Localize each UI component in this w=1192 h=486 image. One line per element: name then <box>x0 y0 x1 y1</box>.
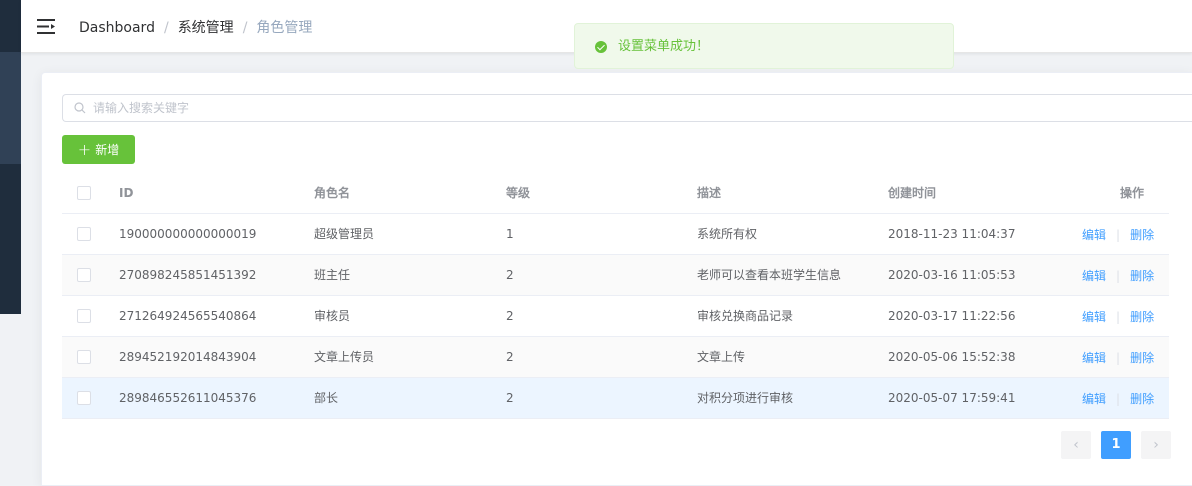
cell-desc: 系统所有权 <box>697 227 758 241</box>
table-row[interactable]: 270898245851451392 班主任 2 老师可以查看本班学生信息 20… <box>62 255 1169 296</box>
row-checkbox[interactable] <box>77 350 91 364</box>
cell-id: 270898245851451392 <box>119 268 257 282</box>
cell-name: 超级管理员 <box>314 227 375 241</box>
table-row[interactable]: 190000000000000019 超级管理员 1 系统所有权 2018-11… <box>62 214 1169 255</box>
delete-link[interactable]: 删除 <box>1130 269 1154 283</box>
sidebar-section <box>0 314 21 486</box>
cell-level: 2 <box>506 391 514 405</box>
check-circle-icon <box>595 41 607 53</box>
column-header-desc[interactable]: 描述 <box>697 173 721 213</box>
cell-name: 审核员 <box>314 309 351 323</box>
search-input[interactable] <box>93 95 1093 121</box>
row-actions: 编辑 | 删除 <box>1082 296 1154 336</box>
cell-id: 190000000000000019 <box>119 227 257 241</box>
hamburger-icon[interactable] <box>37 19 55 34</box>
add-button[interactable]: + 新增 <box>62 135 135 164</box>
cell-id: 289846552611045376 <box>119 391 257 405</box>
cell-name: 文章上传员 <box>314 350 375 364</box>
edit-link[interactable]: 编辑 <box>1082 392 1106 406</box>
row-actions: 编辑 | 删除 <box>1082 337 1154 377</box>
add-button-label: 新增 <box>95 143 120 157</box>
search-box <box>62 94 1192 122</box>
table-row[interactable]: 271264924565540864 审核员 2 审核兑换商品记录 2020-0… <box>62 296 1169 337</box>
action-separator: | <box>1116 228 1121 242</box>
success-toast: 设置菜单成功！ <box>574 23 954 69</box>
delete-link[interactable]: 删除 <box>1130 392 1154 406</box>
page-number-button[interactable]: 1 <box>1101 431 1131 459</box>
column-header-level[interactable]: 等级 <box>506 173 530 213</box>
sidebar <box>0 0 21 486</box>
action-separator: | <box>1116 310 1121 324</box>
delete-link[interactable]: 删除 <box>1130 228 1154 242</box>
sidebar-section <box>0 0 21 52</box>
action-separator: | <box>1116 351 1121 365</box>
cell-level: 2 <box>506 350 514 364</box>
roles-table: ID 角色名 等级 描述 创建时间 操作 190000000000000019 … <box>62 173 1169 419</box>
edit-link[interactable]: 编辑 <box>1082 351 1106 365</box>
cell-name: 班主任 <box>314 268 351 282</box>
cell-id: 289452192014843904 <box>119 350 257 364</box>
sidebar-section <box>0 164 21 314</box>
action-separator: | <box>1116 392 1121 406</box>
cell-level: 1 <box>506 227 514 241</box>
edit-link[interactable]: 编辑 <box>1082 228 1106 242</box>
breadcrumb-item-system[interactable]: 系统管理 <box>178 20 234 36</box>
sidebar-section <box>0 52 21 164</box>
breadcrumb-separator: / <box>163 20 169 36</box>
row-actions: 编辑 | 删除 <box>1082 214 1154 254</box>
cell-created: 2020-05-07 17:59:41 <box>888 391 1016 405</box>
content-card: + 新增 ID 角色名 等级 描述 创建时间 操作 19000000000000… <box>41 72 1192 486</box>
edit-link[interactable]: 编辑 <box>1082 310 1106 324</box>
select-all-checkbox[interactable] <box>77 186 91 200</box>
breadcrumb-item-dashboard[interactable]: Dashboard <box>79 20 155 36</box>
table-row[interactable]: 289846552611045376 部长 2 对积分项进行审核 2020-05… <box>62 378 1169 419</box>
cell-desc: 老师可以查看本班学生信息 <box>697 268 842 282</box>
cell-created: 2018-11-23 11:04:37 <box>888 227 1016 241</box>
prev-page-button[interactable]: ‹ <box>1061 431 1091 459</box>
cell-desc: 对积分项进行审核 <box>697 391 794 405</box>
delete-link[interactable]: 删除 <box>1130 310 1154 324</box>
table-header: ID 角色名 等级 描述 创建时间 操作 <box>62 173 1169 214</box>
cell-created: 2020-05-06 15:52:38 <box>888 350 1016 364</box>
table-row[interactable]: 289452192014843904 文章上传员 2 文章上传 2020-05-… <box>62 337 1169 378</box>
row-checkbox[interactable] <box>77 391 91 405</box>
breadcrumb-item-current: 角色管理 <box>256 20 313 36</box>
action-separator: | <box>1116 269 1121 283</box>
row-checkbox[interactable] <box>77 309 91 323</box>
column-header-created[interactable]: 创建时间 <box>888 173 936 213</box>
search-icon <box>74 102 86 114</box>
breadcrumb-separator: / <box>242 20 248 36</box>
cell-level: 2 <box>506 309 514 323</box>
row-actions: 编辑 | 删除 <box>1082 255 1154 295</box>
toast-message: 设置菜单成功！ <box>618 39 710 54</box>
column-header-id[interactable]: ID <box>119 173 133 213</box>
plus-icon: + <box>77 139 92 159</box>
cell-level: 2 <box>506 268 514 282</box>
next-page-button[interactable]: › <box>1141 431 1171 459</box>
cell-id: 271264924565540864 <box>119 309 257 323</box>
main-area: Dashboard / 系统管理 / 角色管理 设置菜单成功！ + 新增 ID 角色名 … <box>21 0 1192 486</box>
cell-created: 2020-03-17 11:22:56 <box>888 309 1016 323</box>
cell-desc: 审核兑换商品记录 <box>697 309 794 323</box>
breadcrumb: Dashboard / 系统管理 / 角色管理 <box>79 19 312 37</box>
row-actions: 编辑 | 删除 <box>1082 378 1154 418</box>
column-header-actions: 操作 <box>1119 186 1144 200</box>
row-checkbox[interactable] <box>77 268 91 282</box>
cell-created: 2020-03-16 11:05:53 <box>888 268 1016 282</box>
cell-name: 部长 <box>314 391 339 405</box>
delete-link[interactable]: 删除 <box>1130 351 1154 365</box>
edit-link[interactable]: 编辑 <box>1082 269 1106 283</box>
cell-desc: 文章上传 <box>697 350 746 364</box>
row-checkbox[interactable] <box>77 227 91 241</box>
column-header-name[interactable]: 角色名 <box>314 173 350 213</box>
